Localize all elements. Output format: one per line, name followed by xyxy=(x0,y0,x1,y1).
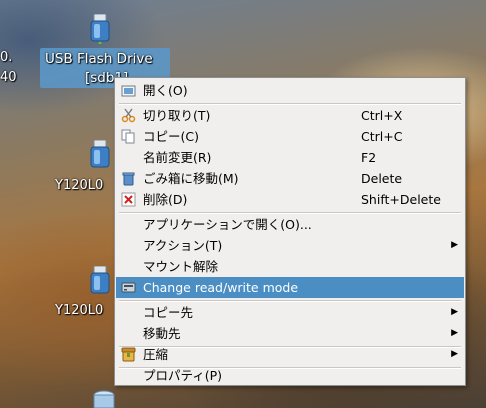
cut-icon xyxy=(121,108,136,123)
drive-icon xyxy=(121,282,136,293)
menu-item-move-to[interactable]: 移動先 ▶ xyxy=(116,323,464,344)
menu-item-label: アプリケーションで開く(O)... xyxy=(143,217,312,232)
usb-drive-icon xyxy=(90,266,110,294)
menu-item-delete[interactable]: 削除(D) Shift+Delete xyxy=(116,189,464,210)
menu-item-label: コピー(C) xyxy=(143,129,199,144)
menu-item-properties[interactable]: プロパティ(P) xyxy=(116,365,464,386)
copy-icon xyxy=(121,129,135,144)
menu-item-shortcut: F2 xyxy=(361,150,377,165)
menu-item-shortcut: Ctrl+C xyxy=(361,129,403,144)
menu-item-label: 圧縮 xyxy=(143,347,169,362)
menu-item-label: 移動先 xyxy=(143,326,181,341)
archive-icon xyxy=(121,347,136,362)
folder-open-icon xyxy=(121,85,136,97)
y120l0-label-2: Y120L0 xyxy=(55,303,104,318)
disk-icon xyxy=(93,390,115,408)
menu-item-shortcut: Ctrl+X xyxy=(361,108,403,123)
menu-item-open[interactable]: 開く(O) xyxy=(116,80,464,101)
menu-item-actions[interactable]: アクション(T) ▶ xyxy=(116,235,464,256)
y120l0-label-1: Y120L0 xyxy=(55,178,104,193)
menu-item-label: ごみ箱に移動(M) xyxy=(143,171,239,186)
desktop-edge-text-2: 40 xyxy=(0,70,17,85)
menu-item-change-read-write-mode[interactable]: Change read/write mode xyxy=(116,277,464,298)
menu-item-copy[interactable]: コピー(C) Ctrl+C xyxy=(116,126,464,147)
usb-drive-icon xyxy=(90,140,110,168)
menu-item-label: 名前変更(R) xyxy=(143,150,212,165)
menu-item-label: プロパティ(P) xyxy=(143,368,223,383)
desktop-edge-text-1: 0. xyxy=(0,50,13,65)
menu-item-shortcut: Delete xyxy=(361,171,403,186)
menu-item-label: アクション(T) xyxy=(143,238,223,253)
menu-item-unmount[interactable]: マウント解除 xyxy=(116,256,464,277)
menu-item-label: Change read/write mode xyxy=(143,280,299,295)
menu-item-label: マウント解除 xyxy=(143,259,219,274)
usb-drive-label-line1: USB Flash Drive xyxy=(45,51,153,67)
menu-item-label: コピー先 xyxy=(143,305,194,320)
menu-item-compress[interactable]: 圧縮 ▶ xyxy=(116,344,464,365)
menu-item-label: 切り取り(T) xyxy=(143,108,211,123)
submenu-arrow-icon: ▶ xyxy=(451,328,458,338)
menu-item-rename[interactable]: 名前変更(R) F2 xyxy=(116,147,464,168)
menu-item-cut[interactable]: 切り取り(T) Ctrl+X xyxy=(116,105,464,126)
menu-item-label: 開く(O) xyxy=(143,83,188,98)
context-menu: 開く(O) 切り取り(T) Ctrl+X コピー(C) Ctrl+C 名前変更(… xyxy=(114,77,466,386)
menu-item-open-with[interactable]: アプリケーションで開く(O)... xyxy=(116,214,464,235)
submenu-arrow-icon: ▶ xyxy=(451,307,458,317)
submenu-arrow-icon: ▶ xyxy=(451,240,458,250)
submenu-arrow-icon: ▶ xyxy=(451,349,458,359)
menu-item-shortcut: Shift+Delete xyxy=(361,192,441,207)
menu-item-copy-to[interactable]: コピー先 ▶ xyxy=(116,302,464,323)
menu-item-move-to-trash[interactable]: ごみ箱に移動(M) Delete xyxy=(116,168,464,189)
usb-drive-icon xyxy=(90,14,110,44)
delete-icon xyxy=(121,192,136,207)
trash-icon xyxy=(122,172,135,186)
menu-item-label: 削除(D) xyxy=(143,192,188,207)
